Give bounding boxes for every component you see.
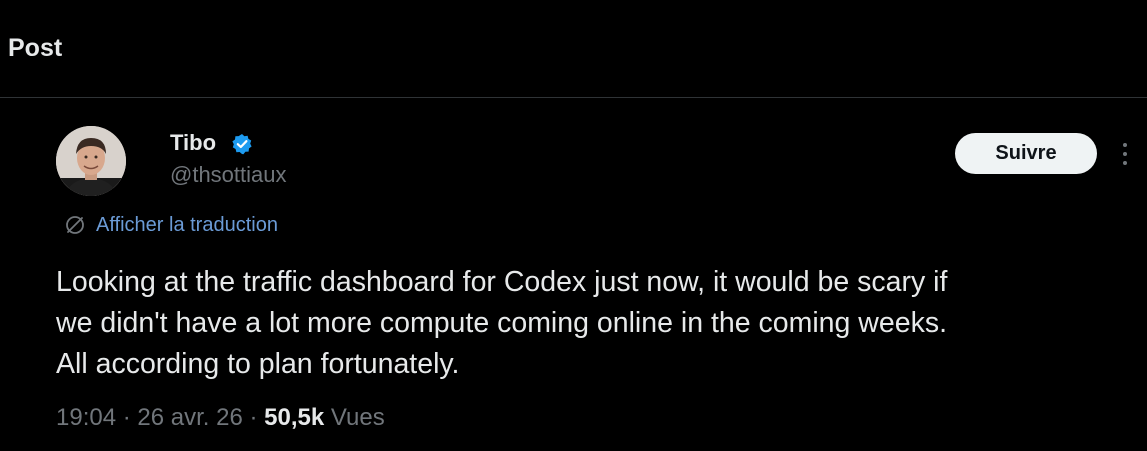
meta-separator: · (116, 404, 138, 431)
author-handle[interactable]: @thsottiaux (170, 162, 287, 188)
tweet-line: All according to plan fortunately. (56, 348, 460, 380)
author-name[interactable]: Tibo (170, 130, 216, 156)
translation-label: Afficher la traduction (96, 213, 278, 236)
views-label: Vues (330, 404, 385, 431)
translate-icon (66, 216, 84, 234)
post-time[interactable]: 19:04 (56, 404, 116, 432)
views-count: 50,5k (264, 404, 325, 431)
follow-button[interactable]: Suivre (955, 133, 1097, 174)
meta-separator: · (242, 404, 265, 431)
avatar[interactable] (56, 126, 126, 196)
header-divider (0, 97, 1147, 98)
post-date[interactable]: 26 avr. 26 (137, 404, 242, 432)
verified-badge-icon (232, 134, 252, 155)
tweet-text: Looking at the traffic dashboard for Cod… (56, 262, 1126, 385)
show-translation-link[interactable]: Afficher la traduction (64, 212, 278, 238)
avatar-photo-icon (56, 126, 126, 196)
tweet-meta: 19:04 · 26 avr. 26 · 50,5k Vues (56, 401, 385, 435)
page-title: Post (8, 34, 63, 62)
tweet-line: Looking at the traffic dashboard for Cod… (56, 266, 948, 298)
more-options-icon[interactable] (1115, 140, 1135, 168)
tweet-line: we didn't have a lot more compute coming… (56, 307, 948, 339)
